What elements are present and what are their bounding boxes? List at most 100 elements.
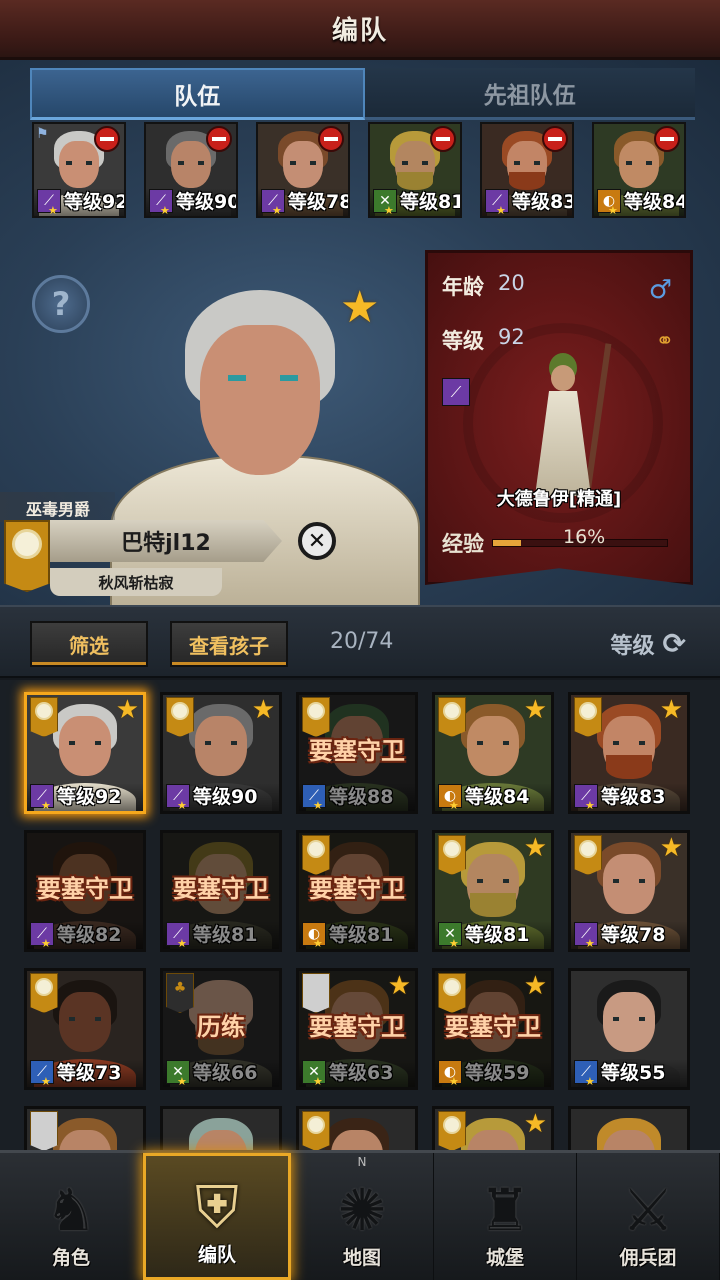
remove-member-icon[interactable]	[430, 126, 456, 152]
roster-card[interactable]: ★ ⟋ ★ 等级78	[568, 830, 690, 952]
portrait	[571, 1109, 687, 1150]
roster-card[interactable]: 要塞守卫 ⟋ ★ 等级81	[160, 830, 282, 952]
marriage-rings-icon[interactable]: ⚭	[656, 329, 674, 354]
roster-card[interactable]: ★ ◐ ★ 等级84	[432, 692, 554, 814]
leader-flag-icon: ⚑	[36, 126, 49, 142]
roster-card[interactable]: ★ ⟋ ★ 等级92	[24, 692, 146, 814]
hero-info-card: 年龄 20 ♂ 等级 92 ⚭ ⟋ 大德鲁伊[精通] 经验 16%	[425, 250, 693, 585]
team-slot[interactable]: ⚑ ⟋ ★ 等级92	[32, 122, 126, 218]
roster-card[interactable]	[160, 1106, 282, 1150]
level-label: 等级84	[465, 786, 530, 808]
compass-north-marker: N	[357, 1155, 367, 1169]
status-label: 要塞守卫	[445, 1013, 541, 1041]
helmet-icon: ⛨	[195, 1173, 239, 1241]
tab-ancestor-team[interactable]: 先祖队伍	[364, 68, 695, 120]
portrait-face	[59, 715, 111, 777]
filter-button[interactable]: 筛选	[30, 621, 148, 667]
nav-formation[interactable]: ⛨ 编队	[143, 1153, 291, 1280]
house-banner-icon	[574, 835, 602, 875]
class-star-icon: ★	[313, 937, 323, 950]
level-label: 等级88	[329, 786, 394, 808]
house-banner-icon	[438, 697, 466, 737]
tab-team[interactable]: 队伍	[30, 68, 365, 120]
class-star-icon: ★	[177, 1075, 187, 1088]
roster-card[interactable]: ★ ⟋ ★ 等级83	[568, 692, 690, 814]
close-icon: ✕	[307, 528, 327, 554]
roster-card[interactable]	[24, 1106, 146, 1150]
class-star-icon: ★	[449, 1075, 459, 1088]
team-slot[interactable]: ⟋ ★ 等级83	[480, 122, 574, 218]
nav-mercenary[interactable]: ⚔ 佣兵团	[577, 1153, 720, 1280]
remove-member-icon[interactable]	[542, 126, 568, 152]
team-slot[interactable]: ✕ ★ 等级81	[368, 122, 462, 218]
exp-bar-fill	[493, 540, 521, 546]
status-label: 要塞守卫	[309, 737, 405, 765]
portrait-face	[603, 991, 655, 1053]
class-star-icon: ★	[608, 204, 618, 217]
level-label: 等级81	[400, 191, 462, 213]
sun-emblem-icon	[37, 980, 51, 994]
house-banner-icon	[438, 1111, 466, 1150]
roster-card[interactable]: ★ 要塞守卫 ◐ ★ 等级59	[432, 968, 554, 1090]
help-button[interactable]: ?	[32, 275, 90, 333]
exp-bar: 16%	[492, 526, 668, 548]
sun-emblem-icon	[581, 842, 595, 856]
view-children-button[interactable]: 查看孩子	[170, 621, 288, 667]
sun-emblem-icon	[309, 704, 323, 718]
level-label: 等级81	[193, 924, 258, 946]
team-slot[interactable]: ◐ ★ 等级84	[592, 122, 686, 218]
portrait-eyes	[514, 160, 540, 165]
nav-map[interactable]: N ✺ 地图	[291, 1153, 434, 1280]
house-banner-icon	[302, 1111, 330, 1150]
roster-card[interactable]: ★ ⟋ ★ 等级90	[160, 692, 282, 814]
compass-map-icon: ✺	[337, 1176, 387, 1244]
roster-card[interactable]	[568, 1106, 690, 1150]
exp-percent: 16%	[563, 526, 606, 548]
favorite-star-icon[interactable]: ★	[340, 282, 379, 333]
roster-card[interactable]: ★ ✕ ★ 等级81	[432, 830, 554, 952]
nav-castle[interactable]: ♜ 城堡	[434, 1153, 577, 1280]
roster-card[interactable]: 要塞守卫 ⟋ ★ 等级88	[296, 692, 418, 814]
house-banner-icon	[438, 835, 466, 875]
roster-card[interactable]: ★ 要塞守卫 ✕ ★ 等级63	[296, 968, 418, 1090]
level-row: 等级 92	[442, 325, 525, 355]
mercenary-icon: ⚔	[622, 1176, 674, 1244]
hero-name[interactable]: 巴特jl12	[50, 520, 282, 562]
roster-grid: ★ ⟋ ★ 等级92 ★ ⟋ ★ 等级90 要塞守卫 ⟋ ★ 等级88 ★ ◐ ★ 等级84 ★ ⟋ ★ 等级83 要塞…	[0, 680, 720, 1150]
portrait-face	[195, 715, 247, 777]
status-label: 历练	[197, 1013, 245, 1041]
roster-card[interactable]: 要塞守卫 ⟋ ★ 等级82	[24, 830, 146, 952]
class-name: 大德鲁伊[精通]	[496, 489, 622, 510]
staff-class-icon: ⟋	[442, 378, 470, 406]
sort-button[interactable]: 等级 ⟳	[611, 627, 686, 660]
remove-member-icon[interactable]	[318, 126, 344, 152]
team-slot[interactable]: ⟋ ★ 等级90	[144, 122, 238, 218]
roster-card[interactable]: ♣ 历练 ✕ ★ 等级66	[160, 968, 282, 1090]
class-star-icon: ★	[41, 937, 51, 950]
roster-card[interactable]: ⟋ ★ 等级55	[568, 968, 690, 1090]
level-label: 等级55	[601, 1062, 666, 1084]
remove-member-icon[interactable]	[654, 126, 680, 152]
level-label: 等级90	[176, 191, 238, 213]
class-star-icon: ★	[272, 204, 282, 217]
roster-card[interactable]: 要塞守卫 ◐ ★ 等级81	[296, 830, 418, 952]
team-slot[interactable]: ⟋ ★ 等级78	[256, 122, 350, 218]
remove-from-team-button[interactable]: ✕	[298, 522, 336, 560]
portrait-eyes	[68, 1017, 102, 1022]
class-star-icon: ★	[41, 1075, 51, 1088]
portrait-beard	[469, 893, 517, 917]
remove-member-icon[interactable]	[94, 126, 120, 152]
level-label: 等级81	[329, 924, 394, 946]
level-label: 等级59	[465, 1062, 530, 1084]
house-banner-icon	[574, 697, 602, 737]
roster-card[interactable]	[296, 1106, 418, 1150]
class-star-icon: ★	[177, 799, 187, 812]
nav-character[interactable]: ♞ 角色	[0, 1153, 143, 1280]
class-figure	[523, 343, 612, 503]
remove-member-icon[interactable]	[206, 126, 232, 152]
sun-emblem-icon	[445, 1118, 459, 1132]
nav-label: 城堡	[485, 1247, 524, 1269]
roster-card[interactable]: ⟋ ★ 等级73	[24, 968, 146, 1090]
nav-label: 佣兵团	[619, 1247, 677, 1269]
roster-card[interactable]: ★	[432, 1106, 554, 1150]
